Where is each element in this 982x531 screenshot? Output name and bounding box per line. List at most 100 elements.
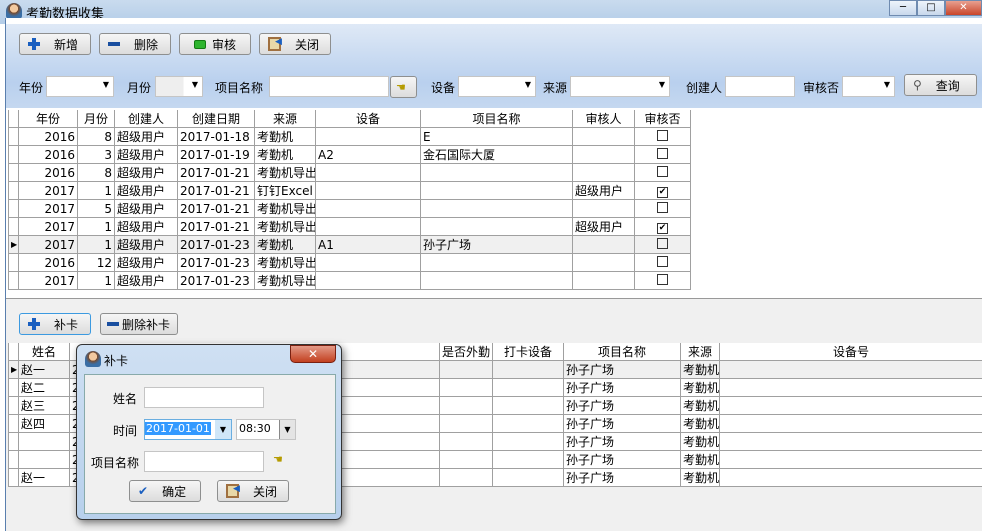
column-header[interactable]: 来源: [254, 110, 316, 128]
audited-checkbox-cell[interactable]: ✔: [634, 217, 691, 236]
audited-checkbox-cell[interactable]: [634, 271, 691, 290]
checkbox[interactable]: [657, 201, 668, 213]
column-header[interactable]: 项目名称: [420, 110, 573, 128]
table-cell: 考勤机: [680, 378, 720, 397]
time-dropdown-icon[interactable]: ▼: [279, 420, 295, 439]
checkbox[interactable]: [657, 237, 668, 249]
table-row[interactable]: ▶ 2017 1 超级用户 2017-01-23 考勤机 A1 孙子广场: [8, 235, 691, 254]
ok-button[interactable]: ✔ 确定: [129, 480, 201, 502]
table-cell: 2017-01-19: [177, 145, 255, 164]
audited-checkbox-cell[interactable]: [634, 253, 691, 272]
column-header[interactable]: 是否外勤: [439, 343, 493, 361]
delete-button[interactable]: 删除: [99, 33, 171, 55]
row-indicator[interactable]: [8, 163, 19, 182]
row-indicator[interactable]: [8, 468, 19, 487]
minimize-button[interactable]: ─: [889, 0, 917, 16]
table-row[interactable]: 2016 8 超级用户 2017-01-21 考勤机导出: [8, 163, 691, 182]
column-header[interactable]: 创建人: [114, 110, 178, 128]
delete-label: 删除: [134, 37, 159, 52]
checkbox[interactable]: [657, 273, 668, 285]
project-picker-button[interactable]: ☚: [390, 76, 417, 98]
column-header[interactable]: 来源: [680, 343, 720, 361]
column-header[interactable]: 设备: [315, 110, 421, 128]
table-row[interactable]: 2017 1 超级用户 2017-01-21 考勤机导出 超级用户 ✔: [8, 217, 691, 236]
dialog-close-btn[interactable]: 关闭: [217, 480, 289, 502]
audited-checkbox-cell[interactable]: [634, 163, 691, 182]
column-header[interactable]: 年份: [18, 110, 78, 128]
checkbox[interactable]: [657, 165, 668, 177]
audited-select[interactable]: [842, 76, 895, 97]
table-row[interactable]: 2016 12 超级用户 2017-01-23 考勤机导出: [8, 253, 691, 272]
app-icon: [6, 3, 22, 19]
pointing-hand-icon[interactable]: ☚: [273, 453, 283, 466]
audited-checkbox-cell[interactable]: [634, 235, 691, 254]
row-indicator[interactable]: [8, 378, 19, 397]
row-indicator[interactable]: [8, 199, 19, 218]
row-indicator[interactable]: [8, 127, 19, 146]
month-select[interactable]: [155, 76, 203, 97]
column-header[interactable]: 打卡设备: [492, 343, 564, 361]
source-select[interactable]: [570, 76, 670, 97]
table-row[interactable]: 2017 5 超级用户 2017-01-21 考勤机导出: [8, 199, 691, 218]
date-picker[interactable]: 2017-01-01 ▼: [144, 419, 232, 440]
table-cell: 孙子广场: [563, 396, 681, 415]
row-indicator[interactable]: [8, 271, 19, 290]
column-header[interactable]: 设备号: [719, 343, 982, 361]
row-indicator[interactable]: [8, 181, 19, 200]
month-label: 月份: [127, 81, 152, 95]
add-label: 新增: [54, 37, 79, 52]
row-indicator[interactable]: [8, 396, 19, 415]
row-indicator[interactable]: [8, 253, 19, 272]
column-header[interactable]: 审核否: [634, 110, 691, 128]
close-button[interactable]: 关闭: [259, 33, 331, 55]
column-header[interactable]: 审核人: [572, 110, 635, 128]
checkbox[interactable]: ✔: [657, 187, 668, 198]
table-cell: 考勤机: [254, 127, 316, 146]
table-row[interactable]: 2016 8 超级用户 2017-01-18 考勤机 E: [8, 127, 691, 146]
year-select[interactable]: [46, 76, 114, 97]
column-header[interactable]: 创建日期: [177, 110, 255, 128]
row-indicator[interactable]: [8, 414, 19, 433]
column-header[interactable]: 月份: [77, 110, 115, 128]
add-punch-button[interactable]: 补卡: [19, 313, 91, 335]
audited-checkbox-cell[interactable]: [634, 127, 691, 146]
table-row[interactable]: 2017 1 超级用户 2017-01-23 考勤机导出: [8, 271, 691, 290]
time-picker[interactable]: 08:30 ▼: [236, 419, 296, 440]
row-indicator[interactable]: [8, 145, 19, 164]
year-label: 年份: [19, 81, 44, 95]
table-cell: 2016: [18, 145, 78, 164]
project-input[interactable]: [269, 76, 389, 97]
checkbox[interactable]: ✔: [657, 223, 668, 234]
query-button[interactable]: ⚲ 查询: [904, 74, 977, 96]
row-indicator[interactable]: ▶: [8, 235, 19, 254]
column-header[interactable]: 项目名称: [563, 343, 681, 361]
checkbox[interactable]: [657, 255, 668, 267]
row-indicator[interactable]: [8, 217, 19, 236]
device-select[interactable]: [458, 76, 536, 97]
audited-checkbox-cell[interactable]: [634, 145, 691, 164]
name-input[interactable]: [144, 387, 264, 408]
creator-input[interactable]: [725, 76, 795, 97]
add-button[interactable]: 新增: [19, 33, 91, 55]
audited-checkbox-cell[interactable]: ✔: [634, 181, 691, 200]
dialog-project-input[interactable]: [144, 451, 264, 472]
date-dropdown-icon[interactable]: ▼: [215, 420, 231, 439]
table-cell: [420, 181, 573, 200]
audit-button[interactable]: 审核: [179, 33, 251, 55]
row-indicator[interactable]: ▶: [8, 360, 19, 379]
table-cell: A2: [315, 145, 421, 164]
maximize-button[interactable]: □: [917, 0, 945, 16]
delete-punch-button[interactable]: 删除补卡: [100, 313, 178, 335]
table-cell: 孙子广场: [563, 432, 681, 451]
dialog-close-button[interactable]: ✕: [290, 345, 336, 363]
table-row[interactable]: 2017 1 超级用户 2017-01-21 钉钉Excel 超级用户 ✔: [8, 181, 691, 200]
row-indicator[interactable]: [8, 432, 19, 451]
table-row[interactable]: 2016 3 超级用户 2017-01-19 考勤机 A2 金石国际大厦: [8, 145, 691, 164]
checkbox[interactable]: [657, 129, 668, 141]
column-header[interactable]: 姓名: [18, 343, 70, 361]
row-indicator[interactable]: [8, 450, 19, 469]
audited-checkbox-cell[interactable]: [634, 199, 691, 218]
table-cell: 赵四: [18, 414, 70, 433]
checkbox[interactable]: [657, 147, 668, 159]
window-close-button[interactable]: ✕: [945, 0, 982, 16]
